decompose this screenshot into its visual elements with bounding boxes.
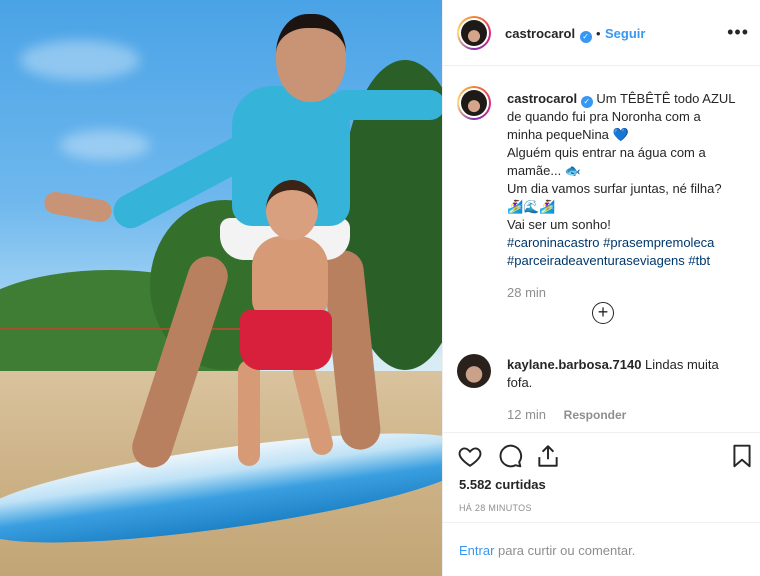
- kid-leg: [238, 360, 260, 466]
- header-separator: •: [596, 26, 601, 41]
- comment-time[interactable]: 12 min: [507, 407, 546, 422]
- commenter-avatar[interactable]: [457, 354, 491, 388]
- verified-badge-icon: ✓: [579, 31, 592, 43]
- comment-icon[interactable]: [497, 443, 523, 469]
- kid-body: [252, 236, 328, 320]
- caption-line: Vai ser um sonho!: [507, 217, 611, 232]
- author-username[interactable]: castrocarol: [505, 26, 575, 41]
- post-timestamp[interactable]: HÁ 28 MINUTOS: [459, 503, 532, 513]
- verified-badge-icon: ✓: [580, 96, 593, 108]
- hashtag-line: #parceiradeaventuraseviagens #tbt: [507, 252, 747, 270]
- kid-shorts: [240, 310, 332, 370]
- caption-line: Um dia vamos surfar juntas, né filha?: [507, 181, 722, 196]
- caption-avatar[interactable]: [457, 86, 491, 120]
- login-prompt-text: para curtir ou comentar.: [494, 543, 636, 558]
- hashtag-link[interactable]: #prasempremoleca: [603, 235, 714, 250]
- more-options-icon[interactable]: •••: [727, 22, 749, 43]
- hashtag-line: #caroninacastro #prasempremoleca: [507, 234, 747, 252]
- caption-line: Um TÊBÊTÊ todo AZUL: [596, 91, 736, 106]
- comment-item: kaylane.barbosa.7140 Lindas muita fofa. …: [507, 356, 747, 424]
- caption-time[interactable]: 28 min: [507, 284, 747, 302]
- hashtag-link[interactable]: #parceiradeaventuraseviagens: [507, 253, 685, 268]
- post-panel: castrocarol ✓ • Seguir ••• castrocarol ✓…: [442, 0, 760, 576]
- plus-circle-icon[interactable]: +: [592, 302, 614, 324]
- caption-line: 🏄‍♀️🌊🏄‍♀️: [507, 199, 556, 214]
- caption-line: minha pequeNina 💙: [507, 127, 629, 142]
- kid-head: [266, 180, 318, 240]
- action-bar: 5.582 curtidas HÁ 28 MINUTOS: [443, 432, 760, 522]
- login-prompt: Entrar para curtir ou comentar.: [443, 522, 760, 576]
- bookmark-icon[interactable]: [729, 443, 755, 469]
- follow-button[interactable]: Seguir: [605, 26, 645, 41]
- hashtag-link[interactable]: #caroninacastro: [507, 235, 600, 250]
- commenter-username[interactable]: kaylane.barbosa.7140: [507, 357, 641, 372]
- woman-hand: [42, 190, 114, 224]
- likes-count[interactable]: 5.582 curtidas: [459, 477, 546, 492]
- author-avatar[interactable]: [457, 16, 491, 50]
- post-caption: castrocarol ✓ Um TÊBÊTÊ todo AZUL de qua…: [507, 90, 747, 302]
- heart-icon[interactable]: [457, 443, 483, 469]
- post-header: castrocarol ✓ • Seguir •••: [443, 0, 760, 66]
- post-photo[interactable]: [0, 0, 442, 576]
- reply-button[interactable]: Responder: [564, 408, 627, 422]
- caption-line: Alguém quis entrar na água com a: [507, 145, 706, 160]
- hashtag-link[interactable]: #tbt: [688, 253, 710, 268]
- caption-line: de quando fui pra Noronha com a: [507, 109, 701, 124]
- header-user-line: castrocarol ✓ • Seguir: [505, 25, 645, 43]
- woman-head: [276, 14, 346, 102]
- share-icon[interactable]: [535, 443, 561, 469]
- cloud: [20, 40, 140, 80]
- cloud: [60, 130, 150, 160]
- login-link[interactable]: Entrar: [459, 543, 494, 558]
- caption-username[interactable]: castrocarol: [507, 91, 577, 106]
- caption-line: mamãe... 🐟: [507, 163, 581, 178]
